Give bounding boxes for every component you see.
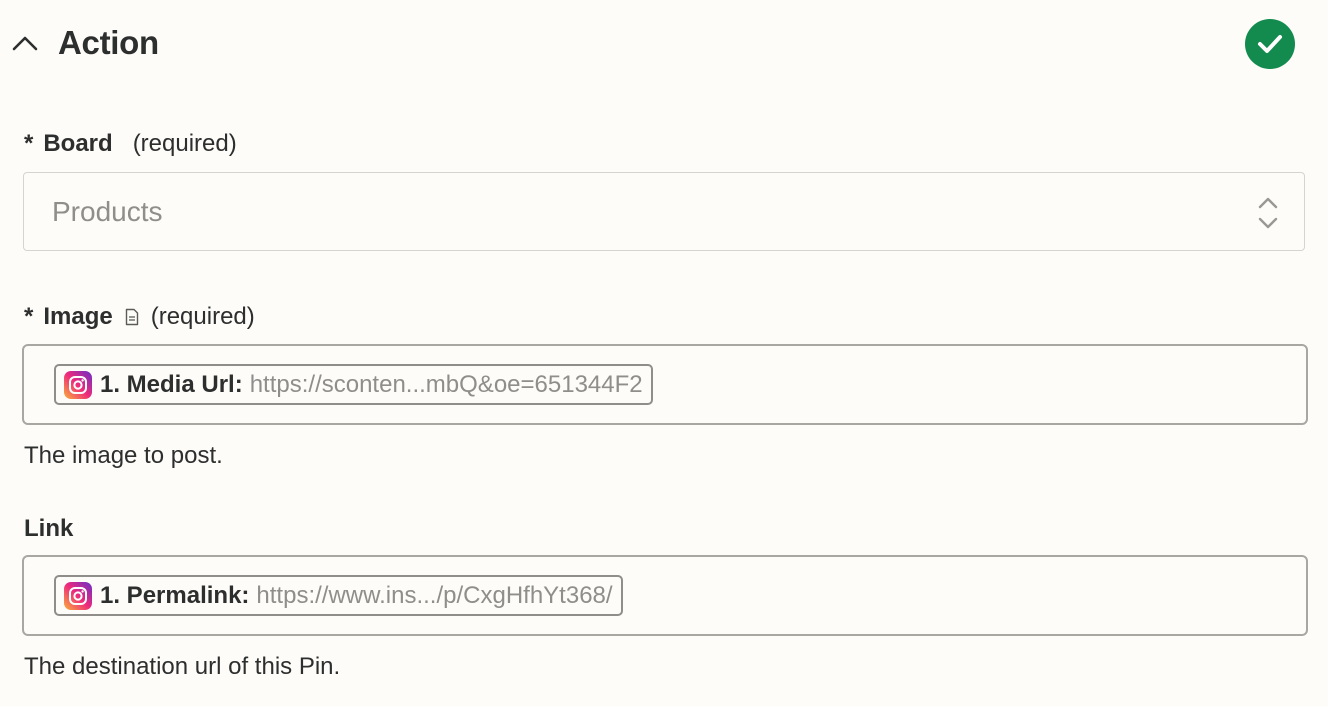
image-input[interactable]: 1. Media Url: https://sconten...mbQ&oe=6… bbox=[22, 344, 1308, 425]
image-field-label: * Image (required) bbox=[24, 303, 255, 331]
link-label: Link bbox=[24, 515, 74, 542]
section-title: Action bbox=[58, 24, 159, 61]
chevron-up-icon[interactable] bbox=[10, 28, 40, 58]
required-asterisk: * bbox=[24, 303, 34, 330]
board-select[interactable]: Products bbox=[23, 172, 1305, 251]
board-select-value: Products bbox=[52, 195, 163, 227]
image-label: Image bbox=[43, 303, 113, 330]
token-label: 1. Media Url: bbox=[100, 370, 243, 398]
link-input[interactable]: 1. Permalink: https://www.ins.../p/CxgHf… bbox=[22, 555, 1308, 636]
link-field-label: Link bbox=[24, 515, 73, 543]
document-icon bbox=[125, 308, 139, 326]
image-required-text: (required) bbox=[150, 303, 255, 330]
token-value: https://www.ins.../p/CxgHfhYt368/ bbox=[256, 581, 613, 609]
board-required-text: (required) bbox=[132, 130, 237, 157]
action-step-panel: Action * Board (required) Products * Ima… bbox=[0, 0, 1328, 706]
board-label: Board bbox=[43, 130, 113, 157]
board-field-label: * Board (required) bbox=[24, 130, 237, 158]
select-arrows-icon bbox=[1256, 195, 1280, 236]
image-help-text: The image to post. bbox=[24, 442, 223, 469]
check-circle-icon bbox=[1245, 19, 1295, 69]
permalink-token[interactable]: 1. Permalink: https://www.ins.../p/CxgHf… bbox=[54, 575, 623, 616]
media-url-token[interactable]: 1. Media Url: https://sconten...mbQ&oe=6… bbox=[54, 364, 653, 405]
token-label: 1. Permalink: bbox=[100, 581, 250, 609]
instagram-icon bbox=[64, 370, 92, 399]
required-asterisk: * bbox=[24, 130, 34, 157]
instagram-icon bbox=[64, 581, 92, 610]
token-value: https://sconten...mbQ&oe=651344F2 bbox=[249, 370, 643, 398]
section-header: Action bbox=[10, 18, 159, 68]
link-help-text: The destination url of this Pin. bbox=[24, 653, 341, 680]
